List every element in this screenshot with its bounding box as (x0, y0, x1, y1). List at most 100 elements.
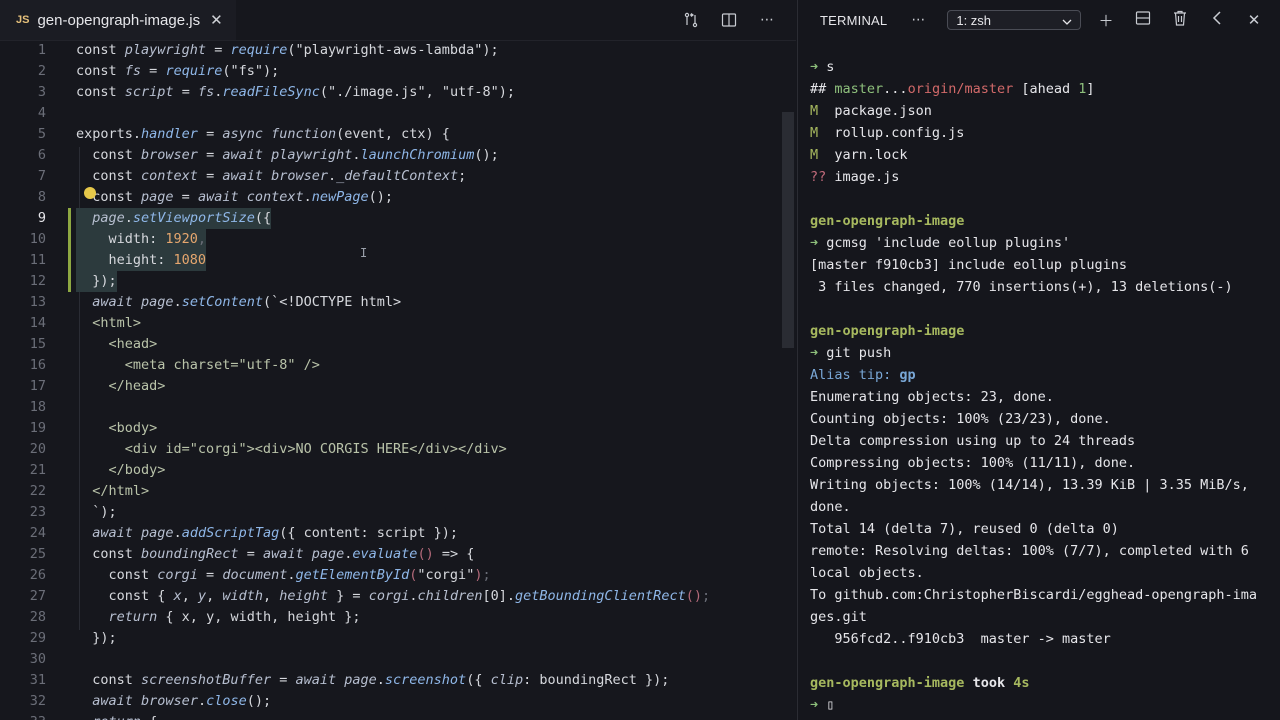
terminal-text: ... (883, 81, 908, 97)
code-token: . (124, 210, 133, 226)
terminal-line: M package.json (810, 100, 932, 122)
code-line[interactable]: 4 (0, 103, 780, 124)
code-line[interactable]: 29 }); (0, 628, 780, 649)
code-line[interactable]: 1 const playwright = require("playwright-… (0, 40, 780, 61)
code-line[interactable]: 26 const corgi = document.getElementById… (0, 565, 780, 586)
code-token: page (92, 210, 125, 226)
close-tab-icon[interactable]: ✕ (210, 11, 223, 29)
code-token: (`<!DOCTYPE html> (262, 294, 402, 310)
code-line[interactable]: 21 </body> (0, 460, 780, 481)
code-line[interactable]: 31 const screenshotBuffer = await page.s… (0, 670, 780, 691)
compare-changes-icon[interactable] (682, 11, 700, 29)
code-line[interactable]: 11 height: 1080 (0, 250, 780, 271)
code-line[interactable]: 30 (0, 649, 780, 670)
terminal-panel: TERMINAL ⋯ 1: zsh ＋ ✕ ➜ s ## master...or… (797, 0, 1280, 720)
code-line[interactable]: 17 </head> (0, 376, 780, 397)
code-line[interactable]: 10 width: 1920, (0, 229, 780, 250)
code-token: async (222, 126, 263, 142)
split-terminal-icon[interactable] (1134, 10, 1152, 30)
code-line[interactable]: 12 }); (0, 271, 780, 292)
code-line[interactable]: 2 const fs = require("fs"); (0, 61, 780, 82)
code-token: ; (482, 567, 491, 583)
terminal-line: local objects. (810, 562, 924, 584)
code-line[interactable]: 23 `); (0, 502, 780, 523)
code-token: fs (197, 84, 215, 100)
editor-tab[interactable]: JS gen-opengraph-image.js ✕ (0, 0, 236, 40)
trash-icon[interactable] (1171, 10, 1189, 30)
code-token: <body> (76, 420, 158, 436)
line-number: 31 (29, 672, 46, 688)
terminal-line: done. (810, 496, 851, 518)
code-token: [0]. (482, 588, 516, 604)
code-line[interactable]: 7 const context = await browser._default… (0, 166, 780, 187)
code-line[interactable]: 33 return { (0, 712, 780, 720)
terminal-text: Writing objects: 100% (14/14), 13.39 KiB… (810, 477, 1249, 493)
code-token: page (141, 525, 174, 541)
tab-filename[interactable]: gen-opengraph-image.js (37, 12, 200, 29)
code-line[interactable]: 20 <div id="corgi"><div>NO CORGIS HERE</… (0, 439, 780, 460)
close-panel-icon[interactable]: ✕ (1245, 11, 1263, 29)
code-token: () (685, 588, 702, 604)
code-line[interactable]: 15 <head> (0, 334, 780, 355)
terminal-text: Alias tip: (810, 367, 900, 383)
code-line[interactable]: 27 const { x, y, width, height } = corgi… (0, 586, 780, 607)
new-terminal-icon[interactable]: ＋ (1097, 10, 1115, 31)
line-number: 29 (29, 630, 46, 646)
terminal-more-icon[interactable]: ⋯ (911, 12, 925, 28)
terminal-text: gen-opengraph-image (810, 323, 965, 339)
editor-actions: ⋯ (682, 0, 776, 40)
code-line[interactable]: 16 <meta charset="utf-8" /> (0, 355, 780, 376)
terminal-line: gen-opengraph-image took 4s (810, 672, 1029, 694)
terminal-text: Compressing objects: 100% (11/11), done. (810, 455, 1136, 471)
split-editor-icon[interactable] (720, 11, 738, 29)
code-area[interactable]: 1 const playwright = require("playwright-… (0, 40, 780, 720)
line-number: 16 (29, 357, 46, 373)
code-line[interactable]: 3 const script = fs.readFileSync("./image… (0, 82, 780, 103)
code-line[interactable]: 9 page.setViewportSize({ (0, 208, 780, 229)
terminal-title[interactable]: TERMINAL (820, 13, 887, 28)
code-line[interactable]: 18 (0, 397, 780, 418)
code-line[interactable]: 24 await page.addScriptTag({ content: sc… (0, 523, 780, 544)
terminal-shell-select[interactable]: 1: zsh (947, 10, 1082, 30)
line-text: `); (76, 502, 116, 523)
more-actions-icon[interactable]: ⋯ (758, 11, 776, 29)
code-line[interactable]: 13 await page.setContent(`<!DOCTYPE html… (0, 292, 780, 313)
chevron-left-icon[interactable] (1208, 11, 1226, 29)
code-token: context (246, 189, 304, 205)
terminal-line: remote: Resolving deltas: 100% (7/7), co… (810, 540, 1249, 562)
code-line[interactable]: 6 const browser = await playwright.launc… (0, 145, 780, 166)
code-line[interactable]: 25 const boundingRect = await page.evalu… (0, 544, 780, 565)
line-text: exports.handler = async function(event, … (76, 124, 450, 145)
editor-tab-bar: JS gen-opengraph-image.js ✕ ⋯ (0, 0, 796, 41)
code-token: <html> (76, 315, 142, 331)
code-token: return (108, 609, 158, 625)
line-text: const { x, y, width, height } = corgi.ch… (76, 586, 711, 607)
code-token: "corgi" (417, 567, 475, 583)
code-line[interactable]: 8 const page = await context.newPage(); (0, 187, 780, 208)
line-number: 5 (37, 126, 46, 142)
line-number: 7 (37, 168, 46, 184)
code-token: ({ content: script }); (279, 525, 459, 541)
code-line[interactable]: 28 return { x, y, width, height }; (0, 607, 780, 628)
line-number: 33 (0, 712, 46, 720)
code-line[interactable]: 19 <body> (0, 418, 780, 439)
code-token: ; (458, 168, 467, 184)
code-token: . (328, 168, 337, 184)
lightbulb-icon[interactable] (84, 187, 96, 199)
code-token: page (141, 189, 174, 205)
terminal-text: rollup.config.js (834, 125, 965, 141)
code-token: <head> (76, 336, 158, 352)
code-line[interactable]: 5 exports.handler = async function(event,… (0, 124, 780, 145)
terminal-line: M rollup.config.js (810, 122, 964, 144)
code-token: const (76, 84, 125, 100)
code-token: screenshotBuffer (141, 672, 272, 688)
code-line[interactable]: 14 <html> (0, 313, 780, 334)
code-token: corgi (368, 588, 410, 604)
terminal-text: package.json (834, 103, 932, 119)
code-line[interactable]: 22 </html> (0, 481, 780, 502)
code-line[interactable]: 32 await browser.close(); (0, 691, 780, 712)
editor-scrollbar[interactable] (782, 112, 794, 348)
line-text: const browser = await playwright.launchC… (76, 145, 498, 166)
line-number: 2 (37, 63, 46, 79)
